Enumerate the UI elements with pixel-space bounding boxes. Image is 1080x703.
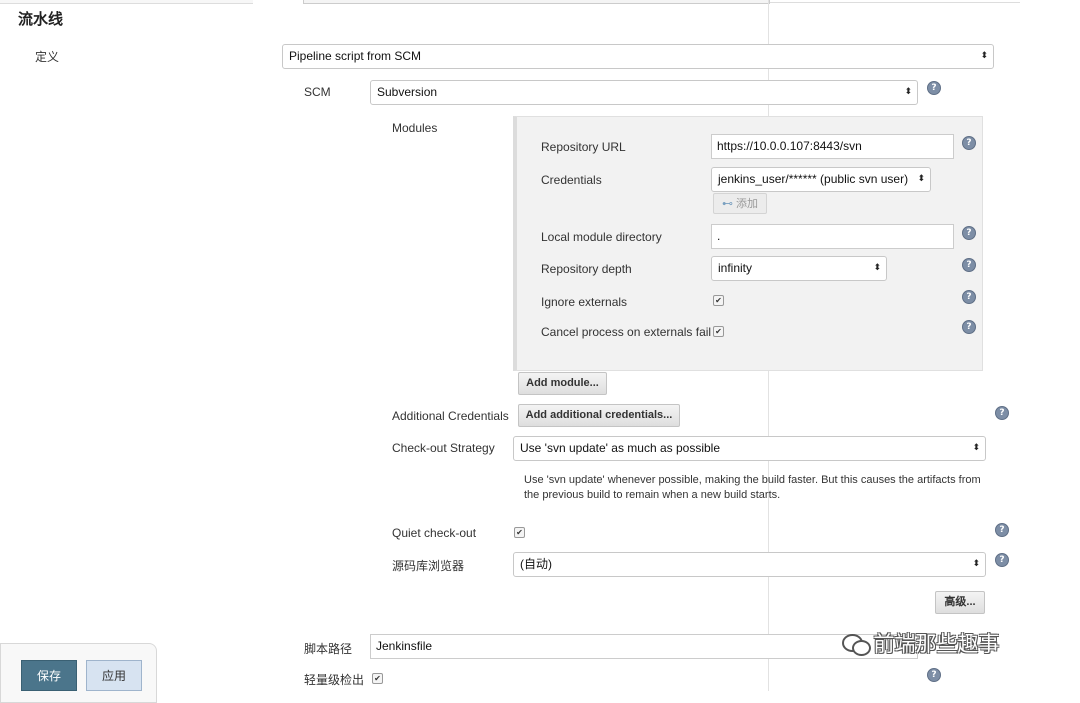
help-icon[interactable]: ? xyxy=(962,136,976,150)
select-arrow-icon: ⬍ xyxy=(972,559,980,569)
add-credentials-label: 添加 xyxy=(736,198,759,210)
local-module-directory-label: Local module directory xyxy=(541,230,662,244)
repo-browser-value: (自动) xyxy=(520,557,552,571)
credentials-value: jenkins_user/****** (public svn user) xyxy=(718,172,909,186)
watermark-text: 前端那些趣事 xyxy=(873,632,1000,656)
scm-label: SCM xyxy=(304,85,331,99)
select-arrow-icon: ⬍ xyxy=(917,174,925,184)
help-icon[interactable]: ? xyxy=(995,523,1009,537)
watermark: 前端那些趣事 xyxy=(842,628,999,662)
definition-select[interactable]: Pipeline script from SCM ⬍ xyxy=(282,44,994,69)
select-arrow-icon: ⬍ xyxy=(873,263,881,273)
repository-depth-select[interactable]: infinity ⬍ xyxy=(711,256,887,281)
ignore-externals-label: Ignore externals xyxy=(541,295,628,309)
definition-value: Pipeline script from SCM xyxy=(289,49,422,63)
definition-label: 定义 xyxy=(35,50,60,64)
help-icon[interactable]: ? xyxy=(962,320,976,334)
save-button[interactable]: 保存 xyxy=(21,660,77,691)
credentials-select[interactable]: jenkins_user/****** (public svn user) ⬍ xyxy=(711,167,931,192)
repository-depth-value: infinity xyxy=(718,261,753,275)
checkout-strategy-description-1: Use 'svn update' whenever possible, maki… xyxy=(524,474,981,486)
add-credentials-button[interactable]: ⊷ 添加 xyxy=(713,193,767,214)
repo-browser-label: 源码库浏览器 xyxy=(392,559,465,573)
checkout-strategy-label: Check-out Strategy xyxy=(392,441,495,455)
quiet-checkout-label: Quiet check-out xyxy=(392,526,477,540)
script-path-label: 脚本路径 xyxy=(304,642,353,656)
scm-value: Subversion xyxy=(377,85,438,99)
checkout-strategy-value: Use 'svn update' as much as possible xyxy=(520,441,721,455)
top-strip-left xyxy=(0,0,253,4)
help-icon[interactable]: ? xyxy=(927,81,941,95)
help-icon[interactable]: ? xyxy=(927,668,941,682)
scm-select[interactable]: Subversion ⬍ xyxy=(370,80,918,105)
select-arrow-icon: ⬍ xyxy=(980,51,988,61)
help-icon[interactable]: ? xyxy=(995,553,1009,567)
additional-credentials-label: Additional Credentials xyxy=(392,409,509,423)
wechat-icon xyxy=(842,632,871,656)
key-icon: ⊷ xyxy=(721,197,733,210)
select-arrow-icon: ⬍ xyxy=(904,87,912,97)
top-strip-right xyxy=(770,0,1020,3)
add-additional-credentials-button[interactable]: Add additional credentials... xyxy=(518,404,680,427)
local-module-directory-input[interactable]: . xyxy=(711,224,954,249)
repo-browser-select[interactable]: (自动) ⬍ xyxy=(513,552,986,577)
ignore-externals-checkbox[interactable]: ✔ xyxy=(713,295,724,306)
checkout-strategy-description-2: the previous build to remain when a new … xyxy=(524,489,781,501)
checkout-strategy-select[interactable]: Use 'svn update' as much as possible ⬍ xyxy=(513,436,986,461)
add-module-button[interactable]: Add module... xyxy=(518,372,607,395)
section-title: 流水线 xyxy=(18,11,64,28)
apply-button[interactable]: 应用 xyxy=(86,660,142,691)
top-strip-mid xyxy=(303,0,770,4)
repository-url-label: Repository URL xyxy=(541,140,626,154)
cancel-process-checkbox[interactable]: ✔ xyxy=(713,326,724,337)
cancel-process-label: Cancel process on externals fail xyxy=(541,325,712,339)
help-icon[interactable]: ? xyxy=(995,406,1009,420)
advanced-button[interactable]: 高级... xyxy=(935,591,985,614)
lightweight-checkout-checkbox[interactable]: ✔ xyxy=(372,673,383,684)
credentials-label: Credentials xyxy=(541,173,602,187)
quiet-checkout-checkbox[interactable]: ✔ xyxy=(514,527,525,538)
lightweight-checkout-label: 轻量级检出 xyxy=(304,673,365,687)
help-icon[interactable]: ? xyxy=(962,226,976,240)
repository-url-input[interactable]: https://10.0.0.107:8443/svn xyxy=(711,134,954,159)
help-icon[interactable]: ? xyxy=(962,258,976,272)
modules-label: Modules xyxy=(392,121,438,135)
repository-depth-label: Repository depth xyxy=(541,262,632,276)
select-arrow-icon: ⬍ xyxy=(972,443,980,453)
script-path-input[interactable]: Jenkinsfile xyxy=(370,634,918,659)
help-icon[interactable]: ? xyxy=(962,290,976,304)
